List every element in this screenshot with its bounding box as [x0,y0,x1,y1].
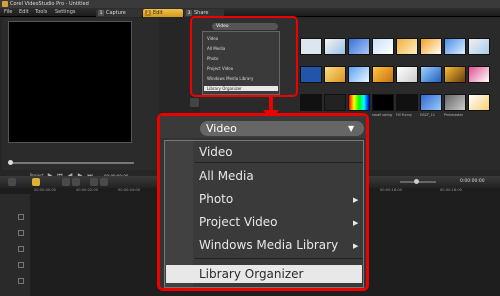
step-number: 2 [145,10,151,16]
app-icon [2,1,8,7]
thumbnail[interactable] [348,66,370,83]
thumbnail[interactable] [300,66,322,83]
thumbnail[interactable] [468,94,490,111]
thumbnail[interactable] [396,38,418,55]
thumbnail[interactable] [396,66,418,83]
mini-item-photo[interactable]: Photo [207,56,218,61]
submenu-arrow-icon: ▶ [353,242,359,250]
thumbnail[interactable] [324,94,346,111]
menu-edit[interactable]: Edit [19,8,29,17]
timeline-timecode[interactable]: 0:00:00:00 [460,179,485,184]
thumbnail[interactable] [444,94,466,111]
menu-item-photo[interactable]: Photo [199,192,233,206]
preview-screen [8,21,132,143]
thumbnail-caption: small swing [372,113,392,117]
thumbnail[interactable] [420,66,442,83]
ruler-label: 00:00:18:00 [440,188,462,192]
mini-item-all-media[interactable]: All Media [207,46,225,51]
menu-item-video[interactable]: Video [199,145,233,159]
record-button[interactable] [90,178,98,186]
mini-item-video[interactable]: Video [207,36,218,41]
highlight-box-small: Video Video All Media Photo Project Vide… [190,16,298,97]
library-dropdown-list: Video All Media Photo ▶ Project Video ▶ … [164,140,364,288]
thumbnail[interactable] [372,66,394,83]
thumbnail[interactable] [396,94,418,111]
menu-item-all-media[interactable]: All Media [199,169,254,183]
library-dropdown-small-value: Video [216,24,229,29]
thumbnail-caption: Fill Funny [396,113,412,117]
step-number: 1 [98,10,104,16]
submenu-arrow-icon: ▶ [353,196,359,204]
menu-separator [195,162,363,163]
thumbnail[interactable] [468,66,490,83]
thumbnail-caption: DSCF_11 [420,113,436,117]
undo-button[interactable] [62,178,70,186]
submenu-arrow-icon: ▶ [353,219,359,227]
menu-settings[interactable]: Settings [55,8,76,17]
storyboard-view-button[interactable] [8,178,16,186]
overlay-track-icon[interactable] [18,230,24,236]
title-track-icon[interactable] [18,246,24,252]
tab-edit[interactable]: 2 Edit [143,9,183,17]
menu-separator [195,258,363,259]
tab-label: Capture [106,10,126,16]
thumbnail[interactable] [348,38,370,55]
mini-item-windows-media-library[interactable]: Windows Media Library [207,76,253,81]
library-dropdown-value: Video [206,122,237,135]
thumbnail[interactable] [444,38,466,55]
app-window: Corel VideoStudio Pro - Untitled File Ed… [0,0,500,296]
menu-file[interactable]: File [4,8,12,17]
thumbnail[interactable] [324,38,346,55]
title-bar: Corel VideoStudio Pro - Untitled [0,0,500,8]
step-number: 3 [186,10,192,16]
video-track-icon[interactable] [18,214,24,220]
menu-item-library-organizer[interactable]: Library Organizer [199,267,303,281]
ruler-label: 00:00:00:00 [34,188,56,192]
tab-capture[interactable]: 1 Capture [96,9,142,17]
music-track-icon[interactable] [18,278,24,284]
track-headers [0,194,30,296]
thumbnail[interactable] [324,66,346,83]
thumbnail[interactable] [468,38,490,55]
ruler-label: 00:00:16:00 [380,188,402,192]
scrubber-handle[interactable] [8,160,13,165]
menu-item-windows-media-library[interactable]: Windows Media Library [199,238,338,252]
menu-item-project-video[interactable]: Project Video [199,215,278,229]
highlight-box-enlarged: Video ▼ Video All Media Photo ▶ Project … [157,113,369,291]
thumbnail[interactable] [420,94,442,111]
mix-button[interactable] [100,178,108,186]
timeline-view-button[interactable] [32,178,40,186]
menu-tools[interactable]: Tools [35,8,47,17]
thumbnail[interactable] [300,38,322,55]
redo-button[interactable] [72,178,80,186]
ruler-label: 00:00:02:00 [76,188,98,192]
thumbnail[interactable] [444,66,466,83]
thumbnail[interactable] [348,94,370,111]
voice-track-icon[interactable] [18,262,24,268]
mini-item-library-organizer[interactable]: Library Organizer [204,86,278,91]
window-title: Corel VideoStudio Pro - Untitled [10,1,89,7]
thumbnail[interactable] [300,94,322,111]
thumbnail[interactable] [372,38,394,55]
preview-panel: Project Clip ▶ ⏮ ◀ ▶ ⏭ 00:00:00:00 [2,18,159,184]
mini-item-project-video[interactable]: Project Video [207,66,233,71]
chevron-down-icon[interactable]: ▼ [348,121,354,136]
thumbnail[interactable] [372,94,394,111]
thumbnail-caption: Pinkmaster [444,113,463,117]
library-dropdown-small-list: Video All Media Photo Project Video Wind… [202,31,280,95]
ruler-label: 00:00:04:00 [118,188,140,192]
fx-icon[interactable] [190,98,199,107]
thumbnail[interactable] [420,38,442,55]
tab-label: Edit [153,10,163,16]
zoom-slider-handle[interactable] [414,179,419,184]
scrubber-track[interactable] [10,162,134,164]
